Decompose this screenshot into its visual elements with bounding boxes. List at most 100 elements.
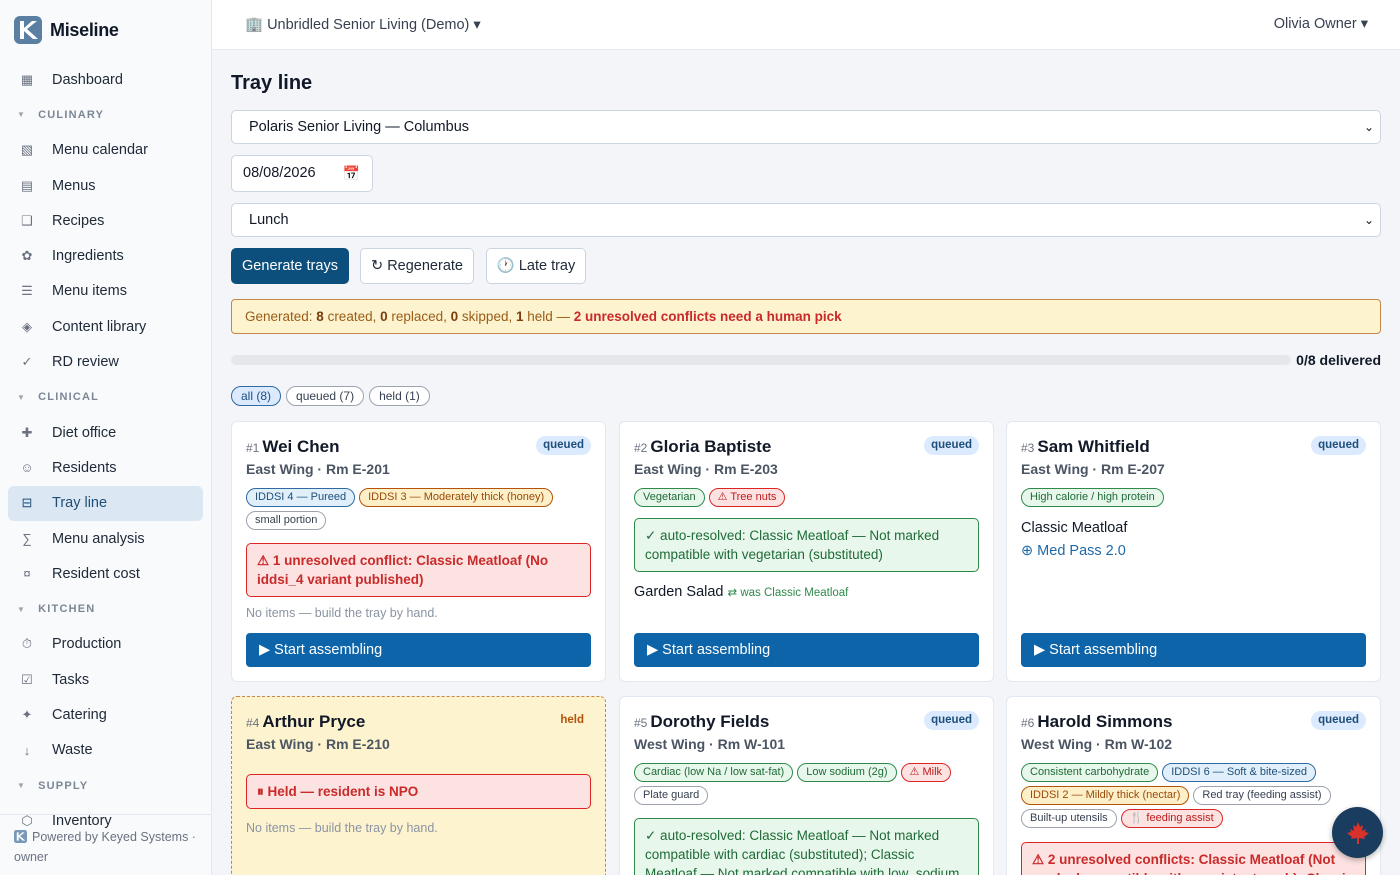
diet-tags: Cardiac (low Na / low sat-fat) Low sodium… [634,763,979,805]
tray-card: #6 Harold Simmons West Wing · Rm W-102 queu… [1006,696,1381,875]
sidebar-item-waste[interactable]: ↓ Waste [8,733,203,768]
sidebar-item-production[interactable]: ⏱ Production [8,627,203,662]
held-alert: ⏸ Held — resident is NPO [246,774,591,809]
sidebar-item-menus[interactable]: ▤ Menus [8,168,203,203]
filter-chip[interactable]: queued (7) [286,386,365,406]
resident-name-heading: #1 Wei Chen [246,437,340,457]
sidebar-item-resident-cost[interactable]: ¤ Resident cost [8,556,203,591]
supplement-link[interactable]: ⊕ Med Pass 2.0 [1021,543,1126,559]
sidebar-item-label: Catering [52,706,107,723]
start-assembling-button[interactable]: ▶ Start assembling [1021,633,1366,667]
auto-resolved-notice: ✓ auto-resolved: Classic Meatloaf — Not … [634,818,979,875]
nav-section-kitchen[interactable]: ▼ KITCHEN [0,591,211,626]
start-assembling-button[interactable]: ▶ Start assembling [246,633,591,667]
menus-icon: ▤ [20,177,34,193]
resident-name: Arthur Pryce [262,712,366,731]
resident-name: Sam Whitfield [1037,437,1150,456]
sidebar-item-label: Tasks [52,671,90,688]
brand[interactable]: Miseline [0,0,211,60]
nav-section-label: SUPPLY [38,779,89,792]
resident-name-heading: #2 Gloria Baptiste [634,437,771,457]
tray-card: #4 Arthur Pryce East Wing · Rm E-210 held ⏸ … [231,696,606,875]
tray-number: #6 [1021,716,1035,730]
sidebar-item-residents[interactable]: ☺ Residents [8,450,203,485]
diet-tag: Consistent carbohydrate [1021,763,1159,782]
diet-tag: IDDSI 4 — Pureed [246,488,356,507]
diet-tags: Consistent carbohydrate IDDSI 6 — Soft & … [1021,763,1366,828]
meal-select[interactable]: Lunch ⌄ [231,203,1381,237]
rd-review-icon: ✓ [21,354,33,370]
resident-name: Gloria Baptiste [650,437,772,456]
date-input[interactable]: 08/08/2026 📅 [231,155,373,192]
topbar: 🏢 Unbridled Senior Living (Demo) ▾ Olivi… [212,0,1400,50]
nav-section-label: KITCHEN [38,603,96,616]
ingredients-icon: ✿ [21,248,33,264]
status-badge: held [560,714,584,726]
sidebar-item-diet-office[interactable]: ✚ Diet office [8,415,203,450]
keyed-systems-logo-icon [14,830,27,843]
generate-trays-button[interactable]: Generate trays [231,248,349,284]
calendar-icon[interactable]: 📅 [343,156,360,191]
caret-down-icon: ▼ [17,392,27,402]
sidebar-item-menu-calendar[interactable]: ▧ Menu calendar [8,133,203,168]
filter-chip[interactable]: all (8) [231,386,282,406]
sidebar-item-menu-analysis[interactable]: ∑ Menu analysis [8,521,203,556]
diet-tag: Cardiac (low Na / low sat-fat) [634,763,794,782]
diet-tag: 🍴 feeding assist [1120,809,1223,828]
conflict-warning: 2 unresolved conflicts need a human pick [573,309,842,324]
regenerate-button[interactable]: ↻ Regenerate [360,248,474,284]
sidebar-item-content-library[interactable]: ◈ Content library [8,309,203,344]
sidebar-item-tasks[interactable]: ☑ Tasks [8,662,203,697]
diet-tag: High calorie / high protein [1021,488,1164,507]
delivery-progress-label: 0/8 delivered [1296,352,1381,368]
unresolved-conflict-alert[interactable]: ⚠ 1 unresolved conflict: Classic Meatloa… [246,543,591,597]
status-badge: queued [1311,711,1366,730]
powered-by-text[interactable]: Powered by Keyed Systems · [32,830,196,844]
meal-select-value: Lunch [249,212,289,228]
sidebar-item-dashboard[interactable]: ▦ Dashboard [8,62,203,97]
menu-calendar-icon: ▧ [20,142,34,158]
sidebar-item-catering[interactable]: ✦ Catering [8,697,203,732]
resident-location: East Wing · Rm E-203 [634,461,778,477]
nav-section-clinical[interactable]: ▼ CLINICAL [0,380,211,415]
sidebar-item-ingredients[interactable]: ✿ Ingredients [8,238,203,273]
production-icon: ⏱ [21,636,33,652]
sidebar-item-menu-items[interactable]: ☰ Menu items [8,274,203,309]
start-assembling-button[interactable]: ▶ Start assembling [634,633,979,667]
filter-chip[interactable]: held (1) [369,386,430,406]
tray-card: #5 Dorothy Fields West Wing · Rm W-101 queu… [619,696,994,875]
late-tray-button[interactable]: 🕐 Late tray [486,248,586,284]
sidebar-item-label: Resident cost [52,565,140,582]
delivery-progress-bar [231,355,1291,365]
unresolved-conflict-alert[interactable]: ⚠ 2 unresolved conflicts: Classic Meatlo… [1021,842,1366,875]
sidebar-item-label: Content library [52,318,147,335]
sidebar-item-tray-line[interactable]: ⊟ Tray line [8,485,203,521]
community-select[interactable]: Polaris Senior Living — Columbus ⌄ [231,110,1381,144]
diet-tags: Vegetarian ⚠ Tree nuts [634,488,979,507]
waste-icon: ↓ [23,742,31,758]
diet-tag: IDDSI 3 — Moderately thick (honey) [359,488,554,507]
caret-down-icon: ▼ [17,110,27,120]
resident-location: East Wing · Rm E-210 [246,736,390,752]
user-menu[interactable]: Olivia Owner ▾ [1274,16,1368,32]
sidebar-item-label: Tray line [52,495,108,512]
sidebar-item-recipes[interactable]: ❑ Recipes [8,203,203,238]
diet-office-icon: ✚ [21,424,33,440]
tray-item-name: Garden Salad [634,584,724,600]
diet-tag: Built-up utensils [1021,809,1117,828]
help-launcher-button[interactable] [1332,807,1383,858]
nav-section-supply[interactable]: ▼ SUPPLY [0,768,211,803]
community-select-value: Polaris Senior Living — Columbus [249,119,470,135]
nav-section-culinary[interactable]: ▼ CULINARY [0,97,211,132]
diet-tag: Low sodium (2g) [797,763,897,782]
organization-switcher[interactable]: 🏢 Unbridled Senior Living (Demo) ▾ [245,16,481,33]
sidebar-item-rd-review[interactable]: ✓ RD review [8,344,203,379]
diet-tag: Vegetarian [634,488,705,507]
resident-name-heading: #6 Harold Simmons [1021,712,1172,732]
generation-summary-alert: Generated: 8 created, 0 replaced, 0 skip… [231,299,1381,334]
sidebar-item-label: Dashboard [52,71,123,88]
replaced-label: replaced, [387,309,451,324]
diet-tag: Plate guard [634,786,709,805]
diet-tag: ⚠ Tree nuts [708,488,786,507]
auto-resolved-notice: ✓ auto-resolved: Classic Meatloaf — Not … [634,518,979,572]
